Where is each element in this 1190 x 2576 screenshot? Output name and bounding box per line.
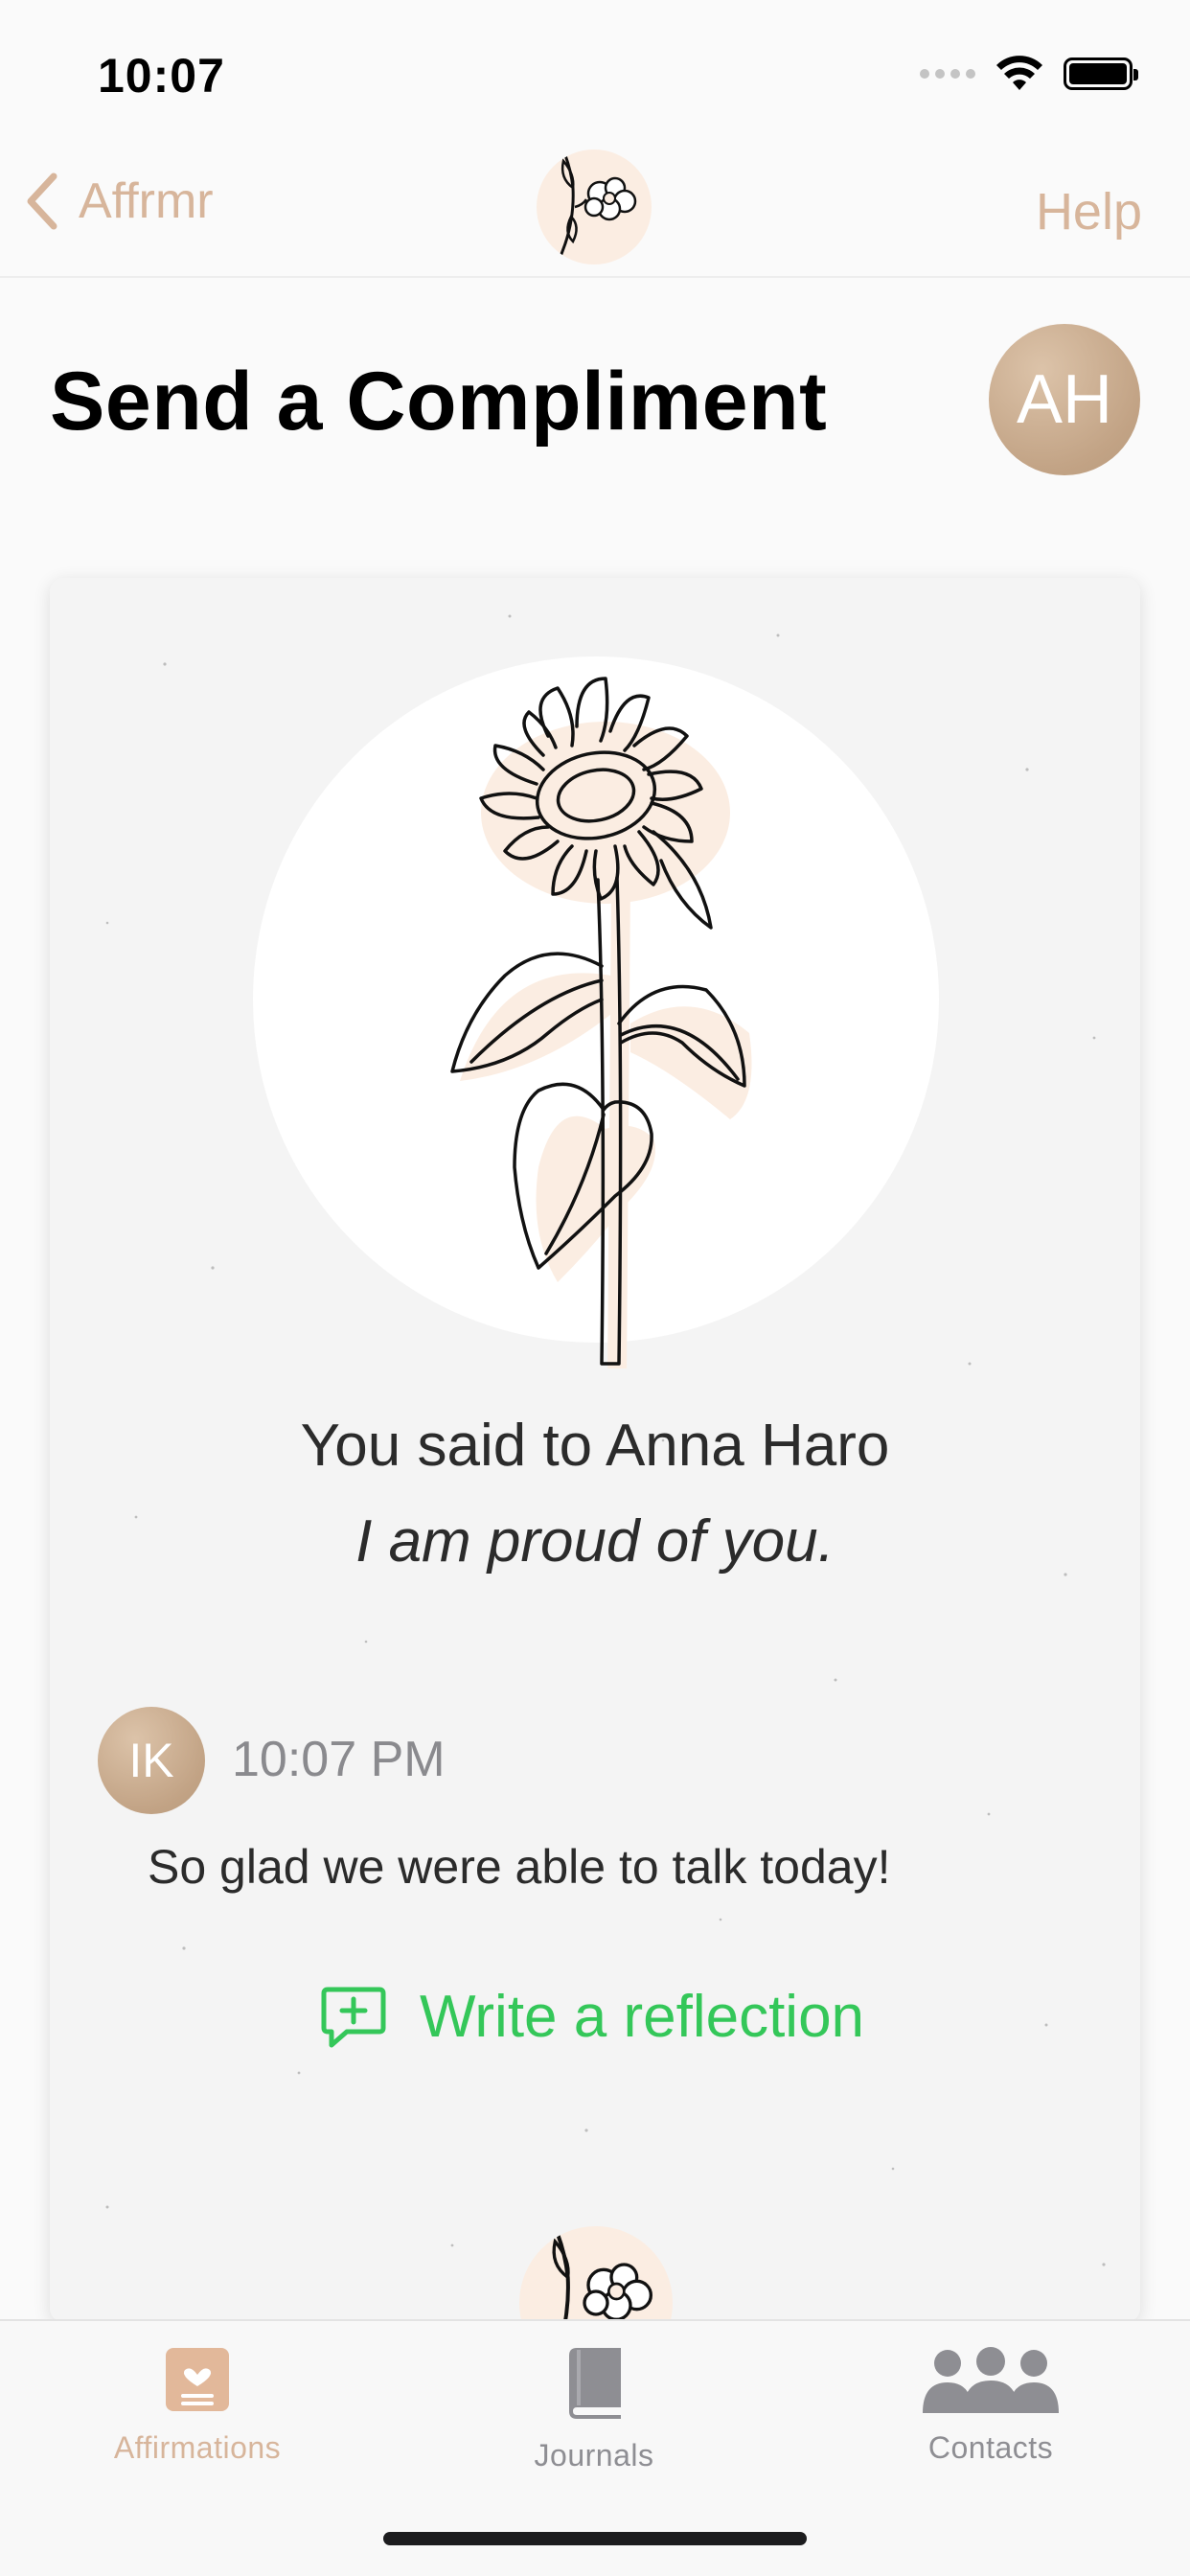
battery-icon (1064, 58, 1138, 90)
reply-text: So glad we were able to talk today! (148, 1840, 891, 1894)
write-reflection-label: Write a reflection (420, 1984, 865, 2050)
recipient-avatar[interactable]: AH (989, 324, 1140, 475)
status-icons (920, 56, 1138, 92)
reply-avatar-initials: IK (128, 1734, 174, 1787)
navigation-bar: Affrmr Help (0, 134, 1190, 278)
compliment-message: I am proud of you. (355, 1508, 835, 1575)
reply-timestamp: 10:07 PM (232, 1732, 446, 1787)
tab-contacts-label: Contacts (927, 2430, 1054, 2465)
people-icon (923, 2347, 1059, 2413)
tab-affirmations-label: Affirmations (113, 2430, 282, 2465)
signal-icon (920, 69, 975, 79)
chevron-left-icon (27, 172, 57, 230)
back-label: Affrmr (79, 173, 214, 229)
recipient-avatar-initials: AH (1016, 361, 1113, 438)
said-to-label: You said to Anna Haro (300, 1413, 890, 1479)
book-icon (569, 2348, 621, 2419)
status-time: 10:07 (98, 49, 225, 103)
reply-avatar: IK (98, 1707, 205, 1814)
tab-contacts[interactable]: Contacts (866, 2346, 1115, 2466)
add-comment-icon (321, 1987, 386, 2047)
home-indicator[interactable] (383, 2532, 807, 2545)
compliment-card: You said to Anna Haro I am proud of you.… (50, 578, 1140, 2322)
help-button[interactable]: Help (1036, 182, 1142, 242)
app-logo (537, 150, 652, 264)
tab-journals[interactable]: Journals (469, 2346, 719, 2473)
tab-journals-label: Journals (534, 2438, 654, 2472)
page-title: Send a Compliment (50, 356, 828, 448)
status-bar: 10:07 (0, 0, 1190, 134)
tab-affirmations[interactable]: Affirmations (73, 2346, 322, 2466)
affirmations-icon (166, 2348, 229, 2411)
write-reflection-button[interactable]: Write a reflection (320, 1983, 864, 2051)
sunflower-illustration (450, 677, 752, 1368)
flower-logo-icon (556, 154, 637, 264)
wifi-icon (996, 56, 1042, 90)
back-button[interactable]: Affrmr (25, 172, 214, 230)
